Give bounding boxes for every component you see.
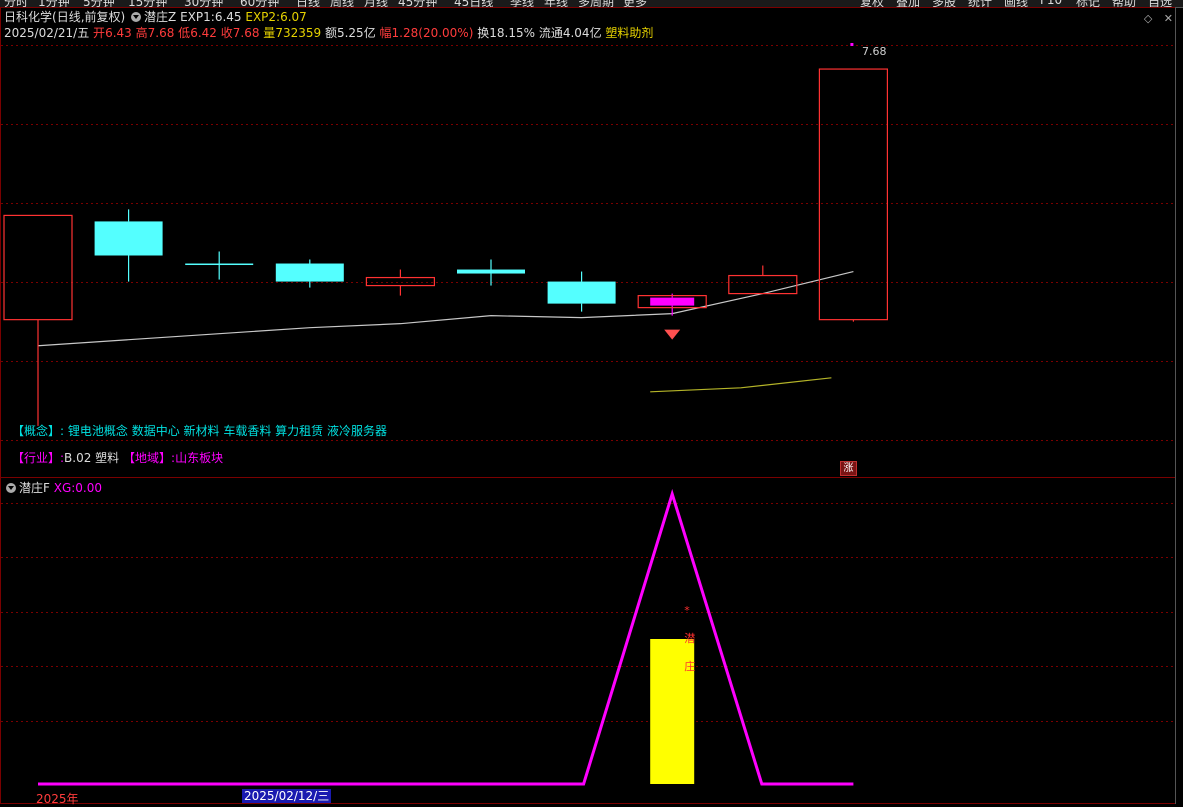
exp2-label: EXP2: [245,10,281,24]
signal-char-zhuang: 庄 [684,660,696,673]
signal-down-arrow [664,329,681,340]
industry-value: B.02 塑料 [64,451,120,465]
indicator-menu-icon[interactable] [131,12,142,22]
stock-name: 日科化学 [4,10,53,24]
sub-indicator-name[interactable]: 潜庄F [19,481,50,495]
region-label: 【地域】: [123,451,176,465]
signal-star: * [684,604,690,617]
volume-label: 量 [263,26,276,40]
xg-value: 0.00 [75,481,103,495]
period-label: (日线,前复权) [52,10,126,24]
low-label: 低 [178,26,191,40]
window-controls: ◇ ✕ [1136,12,1173,25]
candle-5-body [457,269,525,274]
quote-date: 2025/02/21/五 [4,26,90,40]
exp2-value: 6.07 [280,10,307,24]
sub-panel-header: 潜庄F XG:0.00 [4,479,102,496]
turnover-label: 换 [477,26,490,40]
concept-label: 【概念】: [12,424,65,438]
high-price-marker: 7.68 [862,45,887,58]
candle-6-body [547,281,616,304]
industry-info: 【行业】:B.02 塑料 【地域】:山东板块 [12,449,223,466]
region-value: 山东板块 [175,451,224,465]
close-label: 收 [220,26,233,40]
sub-line [38,488,854,786]
industry-label: 【行业】: [12,451,65,465]
candle-4-body [365,276,435,287]
sub-indicator-menu-icon[interactable] [6,483,16,493]
candle-0-body [3,214,73,321]
change-label: 幅 [379,26,392,40]
concept-info: 【概念】: 锂电池概念 数据中心 新材料 车载香料 算力租赁 液冷服务器 [12,422,387,439]
sector-label: 塑料助剂 [605,26,654,40]
candle-7-body [650,297,695,306]
candle-3-body [275,263,344,282]
high-value: 7.68 [147,26,175,40]
xg-label: XG: [53,481,76,495]
quote-line: 2025/02/21/五 开6.43 高7.68 低6.42 收7.68 量73… [4,26,653,40]
close-value: 7.68 [232,26,260,40]
diamond-icon[interactable]: ◇ [1144,12,1152,25]
volume-value: 732359 [275,26,322,40]
exp1-value: 6.45 [214,10,242,24]
concept-value: 锂电池概念 数据中心 新材料 车载香料 算力租赁 液冷服务器 [67,424,387,438]
magenta-dot [850,43,854,46]
x-axis-cursor-date[interactable]: 2025/02/12/三 [242,789,332,803]
float-label: 流通 [538,26,563,40]
indicator-name[interactable]: 潜庄Z [144,10,176,24]
exp1-label: EXP1: [180,10,215,24]
limit-up-badge: 涨 [840,461,857,476]
signal-char-qian: 潜 [684,632,696,645]
candle-1-body [94,221,163,256]
amount-label: 额 [324,26,337,40]
x-axis-year: 2025年 [36,792,79,806]
open-value: 6.43 [105,26,132,40]
amount-value: 5.25亿 [336,26,376,40]
candle-2-body [185,263,254,266]
chart-canvas [0,7,1176,804]
low-value: 6.42 [190,26,217,40]
change-value: 1.28(20.00%) [391,26,474,40]
chart-header: 日科化学(日线,前复权) 潜庄Z EXP1:6.45 EXP2:6.07 [4,10,307,24]
open-label: 开 [93,26,106,40]
candle-8-body [728,274,798,295]
series-line-exp2 [650,377,832,393]
turnover-value: 18.15% [489,26,535,40]
close-icon[interactable]: ✕ [1164,12,1173,25]
high-label: 高 [135,26,148,40]
float-value: 4.04亿 [562,26,602,40]
chart-border [0,7,1176,804]
